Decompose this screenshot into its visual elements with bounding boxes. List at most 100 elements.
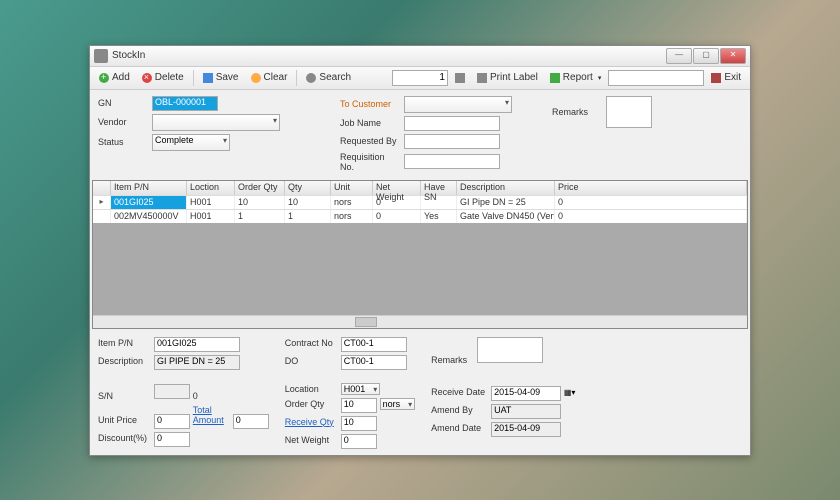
search-icon (306, 73, 316, 83)
amend-date-input: 2015-04-09 (491, 422, 561, 437)
item-pn-input[interactable]: 001GI025 (154, 337, 240, 352)
window-title: StockIn (112, 50, 666, 61)
report-icon (550, 73, 560, 83)
detail-form: Item P/N001GI025 DescriptionGI PIPE DN =… (90, 331, 750, 455)
order-qty-input[interactable]: 10 (341, 398, 377, 413)
discount-label: Discount(%) (98, 433, 154, 443)
app-icon (94, 49, 108, 63)
contract-no-label: Contract No (285, 338, 341, 348)
unit-price-label: Unit Price (98, 415, 154, 425)
maximize-button[interactable]: ▢ (693, 48, 719, 64)
customer-select[interactable] (404, 96, 512, 113)
job-name-label: Job Name (340, 118, 400, 128)
receive-date-label: Receive Date (431, 387, 491, 397)
save-button[interactable]: Save (198, 70, 244, 85)
requisition-no-label: Requisition No. (340, 152, 400, 172)
close-button[interactable]: ✕ (720, 48, 746, 64)
grid-scrollbar[interactable] (93, 315, 747, 328)
col-nw[interactable]: Net Weight (373, 181, 421, 195)
amend-date-label: Amend Date (431, 423, 491, 433)
to-customer-label: To Customer (340, 99, 400, 109)
vendor-label: Vendor (98, 117, 148, 127)
discount-input[interactable]: 0 (154, 432, 190, 447)
job-name-input[interactable] (404, 116, 500, 131)
gn-label: GN (98, 98, 148, 108)
search-button[interactable]: Search (301, 70, 356, 85)
col-oqty[interactable]: Order Qty (235, 181, 285, 195)
table-row[interactable]: ▸ 001GI025 H001 10 10 nors 0 GI Pipe DN … (93, 195, 747, 209)
location-label: Location (285, 384, 341, 394)
unit-price-input[interactable]: 0 (154, 414, 190, 429)
minimize-button[interactable]: — (666, 48, 692, 64)
vendor-select[interactable] (152, 114, 280, 131)
table-row[interactable]: 002MV450000V H001 1 1 nors 0 Yes Gate Va… (93, 209, 747, 223)
net-weight-input[interactable]: 0 (341, 434, 377, 449)
status-label: Status (98, 137, 148, 147)
exit-button[interactable]: Exit (706, 70, 746, 85)
report-button[interactable]: Report▾ (545, 70, 607, 85)
gn-input[interactable]: OBL-000001 (152, 96, 218, 111)
location-select[interactable]: H001 (341, 383, 381, 395)
toolbar: Add Delete Save Clear Search Print Label… (90, 67, 750, 90)
header-form: GN OBL-000001 Vendor Status Complete To … (90, 90, 750, 178)
requisition-no-input[interactable] (404, 154, 500, 169)
col-sn[interactable]: Have SN (421, 181, 457, 195)
date-picker-icon[interactable]: ▦▾ (564, 388, 576, 397)
amend-by-input: UAT (491, 404, 561, 419)
remarks-label: Remarks (552, 107, 602, 117)
titlebar: StockIn — ▢ ✕ (90, 46, 750, 67)
item-pn-label: Item P/N (98, 338, 154, 348)
do-label: DO (285, 356, 341, 366)
receive-qty-link[interactable]: Receive Qty (285, 417, 341, 427)
add-button[interactable]: Add (94, 70, 135, 85)
desc-input: GI PIPE DN = 25 (154, 355, 240, 370)
do-input[interactable]: CT00-1 (341, 355, 407, 370)
status-select[interactable]: Complete (152, 134, 230, 151)
exit-icon (711, 73, 721, 83)
col-loc[interactable]: Loction (187, 181, 235, 195)
add-icon (99, 73, 109, 83)
grid-empty-area (93, 223, 747, 315)
requested-by-label: Requested By (340, 136, 400, 146)
arrow-icon (455, 73, 465, 83)
order-unit-select[interactable]: nors (380, 398, 416, 410)
app-window: StockIn — ▢ ✕ Add Delete Save Clear Sear… (89, 45, 751, 456)
col-price[interactable]: Price (555, 181, 747, 195)
window-controls: — ▢ ✕ (666, 48, 746, 64)
requested-by-input[interactable] (404, 134, 500, 149)
receive-date-input[interactable]: 2015-04-09 (491, 386, 561, 401)
report-input[interactable] (608, 70, 704, 86)
separator (296, 70, 297, 86)
col-desc[interactable]: Description (457, 181, 555, 195)
col-unit[interactable]: Unit (331, 181, 373, 195)
remarks-input-2[interactable] (477, 337, 543, 363)
delete-icon (142, 73, 152, 83)
order-qty-label: Order Qty (285, 399, 341, 409)
items-grid: Item P/N Loction Order Qty Qty Unit Net … (92, 180, 748, 329)
remarks-input[interactable] (606, 96, 652, 128)
clear-button[interactable]: Clear (246, 70, 293, 85)
contract-no-input[interactable]: CT00-1 (341, 337, 407, 352)
sn-input (154, 384, 190, 399)
delete-button[interactable]: Delete (137, 70, 189, 85)
print-icon (477, 73, 487, 83)
grid-header: Item P/N Loction Order Qty Qty Unit Net … (93, 181, 747, 195)
print-label-button[interactable]: Print Label (472, 70, 543, 85)
amend-by-label: Amend By (431, 405, 491, 415)
col-pn[interactable]: Item P/N (111, 181, 187, 195)
desc-label: Description (98, 356, 154, 366)
save-icon (203, 73, 213, 83)
col-qty[interactable]: Qty (285, 181, 331, 195)
row-marker-icon: ▸ (93, 196, 111, 209)
net-weight-label: Net Weight (285, 435, 341, 445)
total-amount-input[interactable]: 0 (233, 414, 269, 429)
total-amount-link[interactable]: Total Amount (193, 405, 233, 425)
separator (193, 70, 194, 86)
sn-label: S/N (98, 391, 154, 401)
receive-qty-input[interactable]: 10 (341, 416, 377, 431)
scroll-thumb[interactable] (355, 317, 377, 327)
page-arrow[interactable] (450, 71, 470, 85)
clear-icon (251, 73, 261, 83)
page-input[interactable] (392, 70, 448, 86)
remarks-label-2: Remarks (431, 355, 477, 365)
